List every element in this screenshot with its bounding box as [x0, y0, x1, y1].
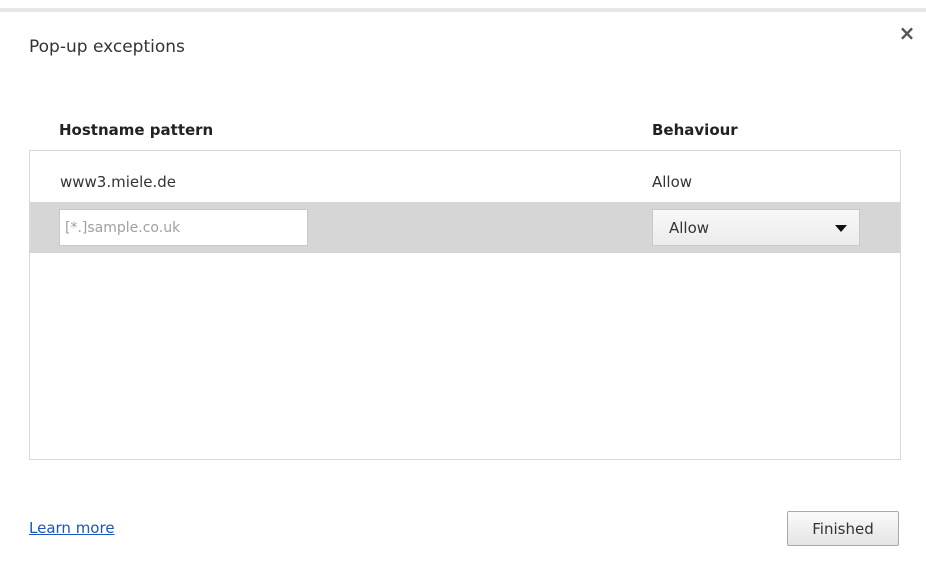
behaviour-select[interactable]: Allow [652, 209, 860, 246]
exception-hostname: www3.miele.de [60, 173, 177, 191]
exceptions-list: www3.miele.de Allow Allow [29, 150, 901, 460]
caret-down-icon [835, 225, 847, 232]
top-divider [0, 8, 926, 12]
new-exception-row: Allow [30, 202, 900, 253]
hostname-pattern-input[interactable] [59, 209, 308, 246]
behaviour-column-header: Behaviour [652, 121, 738, 139]
exception-row[interactable]: www3.miele.de Allow [30, 165, 900, 197]
close-icon[interactable]: × [897, 23, 917, 43]
behaviour-select-value: Allow [669, 219, 710, 237]
learn-more-link[interactable]: Learn more [29, 519, 115, 537]
popup-exceptions-dialog: Pop-up exceptions × Hostname pattern Beh… [0, 0, 926, 569]
hostname-column-header: Hostname pattern [59, 121, 214, 139]
dialog-title: Pop-up exceptions [29, 37, 185, 57]
finished-button[interactable]: Finished [787, 511, 899, 546]
exception-behaviour: Allow [652, 173, 693, 191]
